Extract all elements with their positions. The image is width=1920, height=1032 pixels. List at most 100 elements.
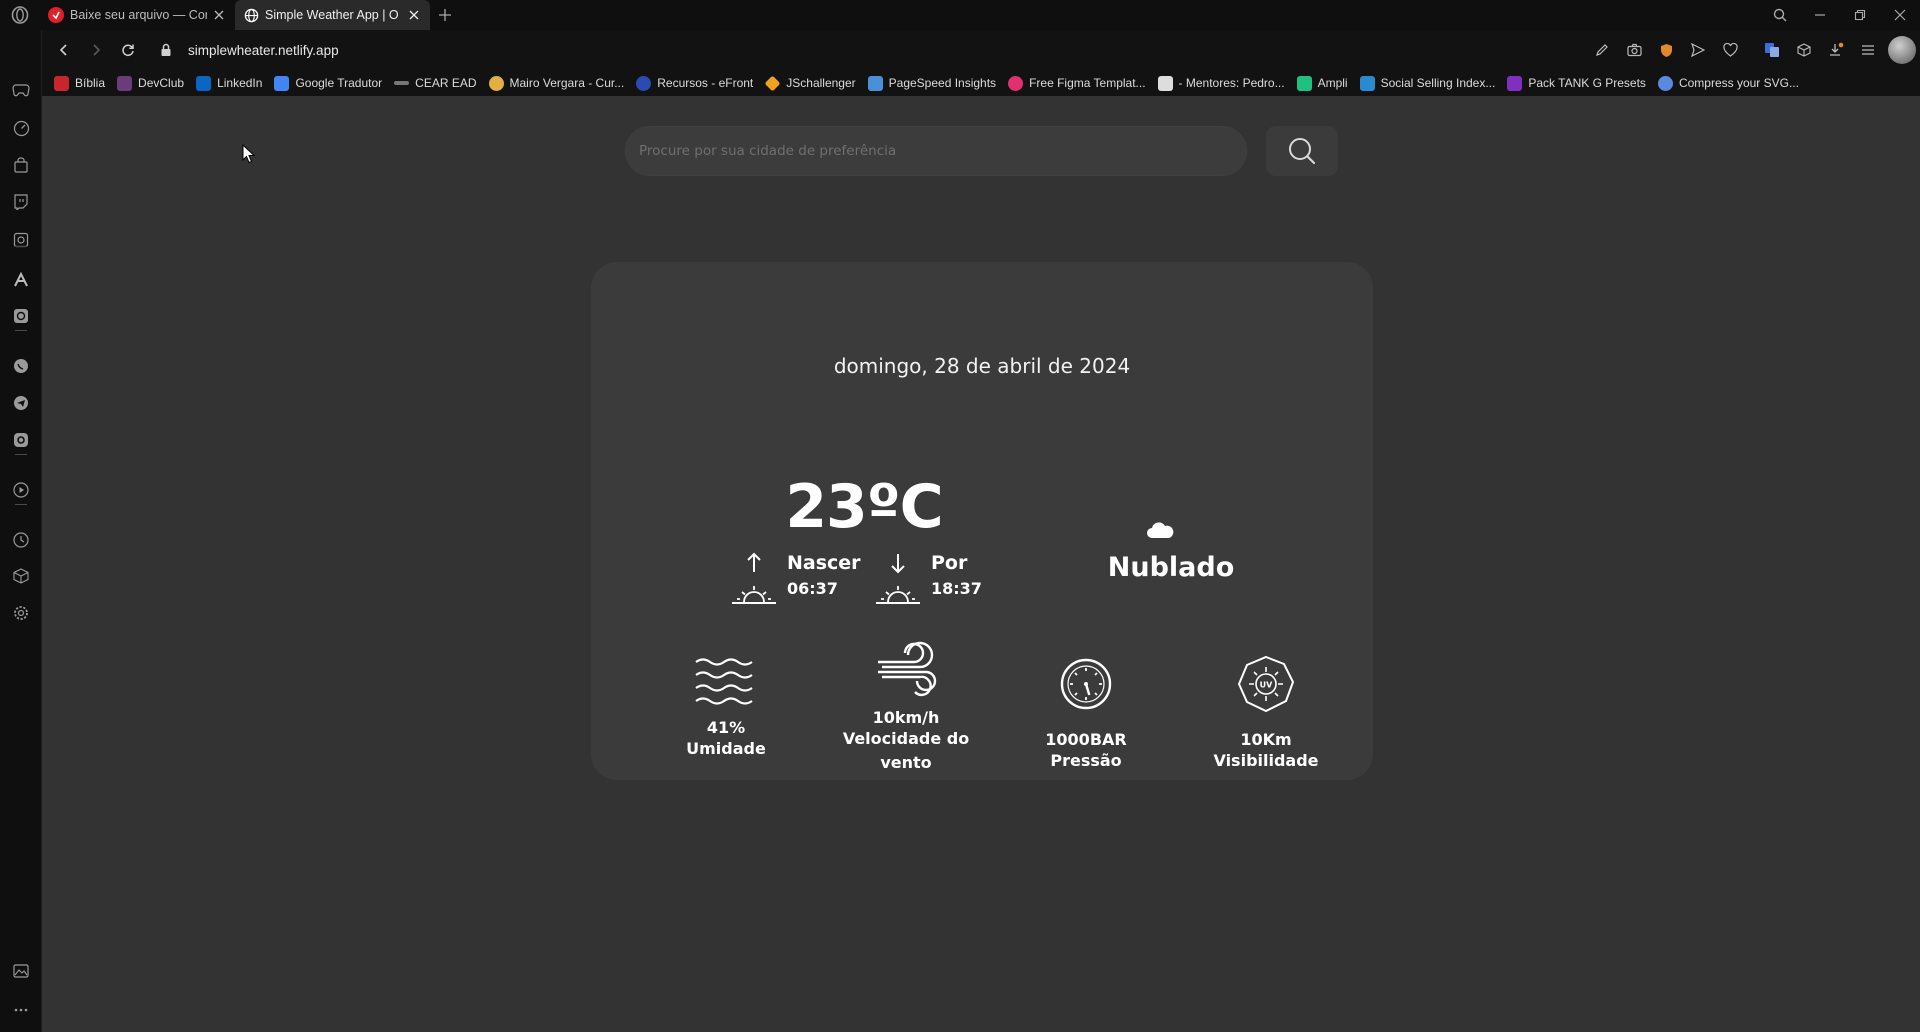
bookmark-favicon-icon — [488, 75, 504, 91]
bookmark-label: LinkedIn — [217, 76, 263, 90]
new-tab-icon[interactable] — [430, 0, 460, 30]
edit-icon[interactable] — [1586, 34, 1618, 66]
instagram-icon[interactable] — [11, 430, 31, 450]
bookmark-item[interactable]: Recursos - eFront — [636, 75, 754, 91]
search-tabs-icon[interactable] — [1760, 0, 1800, 30]
mouse-cursor-icon — [242, 143, 256, 168]
wind-value: 10km/h — [872, 708, 940, 727]
ampli-icon — [1296, 75, 1312, 91]
settings-gear-icon[interactable] — [11, 603, 31, 623]
address-bar: simplewheater.netlify.app — [42, 30, 1920, 70]
globe-icon — [243, 7, 259, 23]
sidebar-divider — [15, 246, 27, 247]
bookmark-label: Google Tradutor — [295, 76, 383, 90]
chatgpt-icon[interactable] — [11, 306, 31, 326]
close-window-icon[interactable] — [1880, 0, 1920, 30]
wind-label: Velocidade do vento — [842, 729, 970, 772]
visibility-stat: UV 10Km Visibilidade — [1191, 652, 1341, 773]
weather-page: domingo, 28 de abril de 2024 23ºC Nascer… — [42, 96, 1920, 1032]
sidebar-divider — [15, 330, 27, 331]
bookmark-favicon-icon — [636, 75, 652, 91]
bookmark-item[interactable]: Mairo Vergara - Cur... — [488, 75, 624, 91]
google-translate-icon — [274, 75, 290, 91]
gamepad-icon[interactable] — [11, 80, 31, 100]
bookmark-label: JSchallenger — [786, 76, 856, 90]
history-clock-icon[interactable] — [11, 530, 31, 550]
bookmark-item[interactable]: DevClub — [117, 75, 185, 91]
opera-logo-icon[interactable] — [0, 0, 40, 30]
extensions-cube-icon[interactable] — [1788, 34, 1820, 66]
pressure-value: 1000BAR — [1045, 730, 1127, 749]
translate-icon[interactable] — [1756, 34, 1788, 66]
camera-icon[interactable] — [1618, 34, 1650, 66]
bookmark-label: Ampli — [1317, 76, 1348, 90]
whatsapp-icon[interactable] — [11, 356, 31, 376]
url-field[interactable]: simplewheater.netlify.app — [188, 43, 339, 58]
bookmark-favicon-icon — [394, 81, 410, 85]
bookmark-item[interactable]: PageSpeed Insights — [867, 75, 997, 91]
weather-card: domingo, 28 de abril de 2024 23ºC Nascer… — [591, 262, 1373, 780]
bookmark-label: DevClub — [138, 76, 185, 90]
bookmark-item[interactable]: JSchallenger — [764, 75, 856, 91]
visibility-label: Visibilidade — [1213, 751, 1319, 770]
tab-weather-app[interactable]: Simple Weather App | O Se — [235, 0, 430, 30]
browser-sidebar — [0, 30, 42, 1032]
bookmark-item[interactable]: - Mentores: Pedro... — [1157, 75, 1285, 91]
search-input[interactable] — [625, 126, 1247, 176]
red-favicon-icon — [48, 7, 64, 23]
restore-icon[interactable] — [1840, 0, 1880, 30]
pressure-stat: 1000BAR Pressão — [1011, 652, 1161, 773]
bookmark-label: Recursos - eFront — [657, 76, 754, 90]
bookmark-item[interactable]: Pack TANK G Presets — [1507, 75, 1646, 91]
news-icon[interactable] — [11, 230, 31, 250]
search-button[interactable] — [1266, 126, 1338, 176]
heart-icon — [1657, 75, 1673, 91]
twitch-icon[interactable] — [11, 192, 31, 212]
bag-icon[interactable] — [11, 155, 31, 175]
notion-icon — [1157, 75, 1173, 91]
reload-icon[interactable] — [112, 34, 144, 66]
diamond-icon — [764, 75, 781, 91]
bookmark-item[interactable]: Google Tradutor — [274, 75, 383, 91]
bookmark-item[interactable]: Bíblia — [54, 75, 105, 91]
bookmark-item[interactable]: Free Figma Templat... — [1008, 75, 1146, 91]
bookmark-item[interactable]: Social Selling Index... — [1359, 75, 1495, 91]
extensions-cube-icon[interactable] — [11, 566, 31, 586]
bookmark-item[interactable]: Ampli — [1296, 75, 1348, 91]
bookmark-item[interactable]: LinkedIn — [196, 75, 263, 91]
forward-icon[interactable] — [80, 34, 112, 66]
shield-icon[interactable] — [1650, 34, 1682, 66]
player-icon[interactable] — [11, 480, 31, 500]
minimize-icon[interactable] — [1800, 0, 1840, 30]
download-icon[interactable] — [1820, 34, 1852, 66]
send-icon[interactable] — [1682, 34, 1714, 66]
sunset-block: Por 18:37 — [873, 552, 982, 608]
visibility-value: 10Km — [1240, 730, 1292, 749]
lock-icon[interactable] — [150, 34, 182, 66]
telegram-icon[interactable] — [11, 393, 31, 413]
tab-label: Simple Weather App | O Se — [265, 8, 402, 22]
heart-icon[interactable] — [1714, 34, 1746, 66]
bookmark-label: PageSpeed Insights — [888, 76, 997, 90]
speedometer-icon[interactable] — [11, 118, 31, 138]
wallpaper-icon[interactable] — [11, 961, 31, 981]
sunset-time: 18:37 — [931, 579, 982, 598]
sidebar-divider — [15, 454, 27, 455]
aria-icon[interactable] — [11, 270, 31, 290]
back-icon[interactable] — [48, 34, 80, 66]
close-tab-icon[interactable] — [406, 7, 422, 23]
wind-stat: 10km/h Velocidade do vento — [831, 640, 981, 775]
avatar[interactable] — [1888, 36, 1916, 64]
more-icon[interactable] — [11, 1000, 31, 1020]
tab-download[interactable]: Baixe seu arquivo — Conve — [40, 0, 235, 30]
pressure-label: Pressão — [1050, 751, 1122, 770]
bookmark-favicon-icon — [54, 75, 69, 91]
bookmarks-bar: Bíblia DevClub LinkedIn Google Tradutor … — [42, 70, 1920, 96]
uv-icon: UV — [1237, 655, 1295, 713]
menu-icon[interactable] — [1852, 34, 1884, 66]
toolbar-right — [1586, 34, 1920, 66]
close-tab-icon[interactable] — [211, 7, 227, 23]
window-controls — [1760, 0, 1920, 30]
bookmark-item[interactable]: CEAR EAD — [394, 76, 477, 90]
bookmark-item[interactable]: Compress your SVG... — [1657, 75, 1799, 91]
